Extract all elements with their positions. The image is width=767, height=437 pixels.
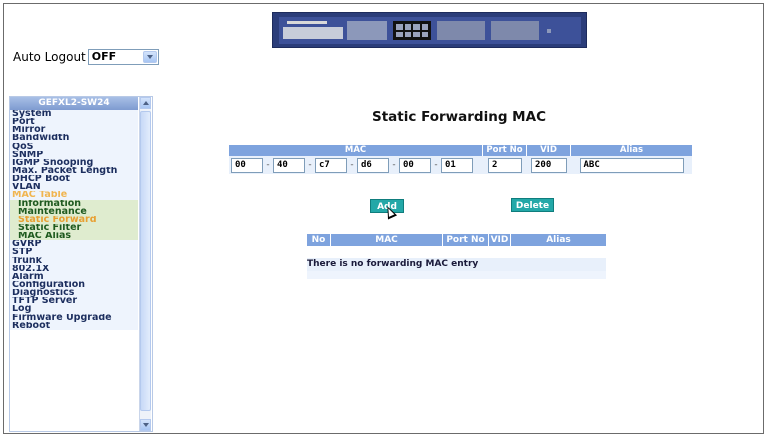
vid-input[interactable]: 200 bbox=[531, 157, 567, 173]
mac-octet-1-input[interactable]: 00 bbox=[231, 157, 263, 173]
sidebar-item-alarm[interactable]: Alarm bbox=[10, 272, 138, 281]
auto-logout-value: OFF bbox=[91, 50, 117, 63]
sidebar-item-snmp[interactable]: SNMP bbox=[10, 150, 138, 159]
list-header-no: No bbox=[307, 234, 331, 246]
scrollbar-thumb[interactable] bbox=[140, 111, 151, 411]
sidebar-item-trunk[interactable]: Trunk bbox=[10, 256, 138, 265]
header-vid: VID bbox=[527, 145, 571, 156]
sidebar-item-log[interactable]: Log bbox=[10, 305, 138, 314]
sidebar-item-max-packet-length[interactable]: Max. Packet Length bbox=[10, 166, 138, 176]
mac-octet-3-input[interactable]: c7 bbox=[315, 157, 347, 173]
port-no-input[interactable]: 2 bbox=[488, 157, 522, 173]
static-forward-form: MAC Port No VID Alias 00 - 40 - c7 - d6 … bbox=[229, 145, 692, 174]
sidebar-title: GEFXL2-SW24 bbox=[10, 97, 138, 110]
device-port-group bbox=[393, 21, 431, 40]
sidebar-item-qos[interactable]: QoS bbox=[10, 142, 138, 151]
sidebar-item-mac-alias[interactable]: MAC Alias bbox=[10, 232, 138, 241]
switch-device-image bbox=[272, 12, 587, 48]
mac-octet-2-input[interactable]: 40 bbox=[273, 157, 305, 173]
list-header-vid: VID bbox=[489, 234, 511, 246]
header-mac: MAC bbox=[229, 145, 483, 156]
list-header-alias: Alias bbox=[511, 234, 606, 246]
sidebar-item-tftp-server[interactable]: TFTP Server bbox=[10, 297, 138, 306]
sidebar-item-mac-table[interactable]: MAC Table bbox=[10, 191, 138, 200]
device-label-strip bbox=[287, 21, 327, 24]
alias-input[interactable]: ABC bbox=[579, 157, 684, 173]
empty-list-message: There is no forwarding MAC entry bbox=[307, 258, 606, 271]
sidebar-item-firmware-upgrade[interactable]: Firmware Upgrade bbox=[10, 313, 138, 322]
sidebar-item-vlan[interactable]: VLAN bbox=[10, 183, 138, 192]
mac-separator: - bbox=[350, 160, 354, 170]
scroll-down-icon[interactable] bbox=[140, 419, 151, 431]
auto-logout: Auto Logout OFF bbox=[13, 49, 159, 65]
sidebar-item-system[interactable]: System bbox=[10, 110, 138, 119]
mac-separator: - bbox=[434, 160, 438, 170]
vid-cell: 200 bbox=[527, 157, 571, 173]
sidebar-item-maintenance[interactable]: Maintenance bbox=[10, 207, 138, 216]
chevron-down-icon[interactable] bbox=[142, 51, 157, 63]
mac-octet-6-input[interactable]: 01 bbox=[441, 157, 473, 173]
device-block bbox=[283, 27, 343, 39]
mac-separator: - bbox=[266, 160, 270, 170]
sidebar-item-mirror[interactable]: Mirror bbox=[10, 126, 138, 135]
delete-button[interactable]: Delete bbox=[511, 198, 554, 212]
sidebar-item-configuration[interactable]: Configuration bbox=[10, 280, 138, 290]
mac-separator: - bbox=[308, 160, 312, 170]
form-header-row: MAC Port No VID Alias bbox=[229, 145, 692, 156]
list-header-port-no: Port No bbox=[443, 234, 489, 246]
form-input-row: 00 - 40 - c7 - d6 - 00 - 01 2 200 ABC bbox=[229, 156, 692, 174]
sidebar-item-igmp-snooping[interactable]: IGMP Snooping bbox=[10, 158, 138, 167]
mac-separator: - bbox=[392, 160, 396, 170]
mac-inputs: 00 - 40 - c7 - d6 - 00 - 01 bbox=[229, 157, 483, 173]
sidebar-menu: GEFXL2-SW24 System Port Mirror Bandwidth… bbox=[9, 96, 153, 432]
sidebar-item-diagnostics[interactable]: Diagnostics bbox=[10, 289, 138, 298]
alias-cell: ABC bbox=[571, 157, 692, 173]
device-port-group bbox=[491, 21, 539, 40]
sidebar-item-stp[interactable]: STP bbox=[10, 248, 138, 257]
page-title: Static Forwarding MAC bbox=[372, 109, 546, 125]
forwarding-mac-list: No MAC Port No VID Alias There is no for… bbox=[307, 234, 606, 279]
sidebar-scrollbar[interactable] bbox=[139, 97, 151, 431]
auto-logout-select[interactable]: OFF bbox=[87, 49, 159, 65]
sidebar-list: System Port Mirror Bandwidth QoS SNMP IG… bbox=[10, 110, 138, 330]
mac-octet-5-input[interactable]: 00 bbox=[399, 157, 431, 173]
device-block bbox=[347, 21, 387, 40]
device-led bbox=[547, 29, 551, 33]
list-header-row: No MAC Port No VID Alias bbox=[307, 234, 606, 246]
sidebar-item-bandwidth[interactable]: Bandwidth bbox=[10, 134, 138, 143]
sidebar-item-reboot[interactable]: Reboot bbox=[10, 321, 138, 330]
auto-logout-label: Auto Logout bbox=[13, 50, 86, 64]
port-no-cell: 2 bbox=[483, 157, 527, 173]
device-front-panel bbox=[279, 17, 581, 44]
mac-octet-4-input[interactable]: d6 bbox=[357, 157, 389, 173]
header-alias: Alias bbox=[571, 145, 692, 156]
sidebar-item-gvrp[interactable]: GVRP bbox=[10, 240, 138, 249]
header-port-no: Port No bbox=[483, 145, 527, 156]
list-header-mac: MAC bbox=[331, 234, 443, 246]
list-spacer-row bbox=[307, 271, 606, 279]
sidebar-item-dhcp-boot[interactable]: DHCP Boot bbox=[10, 175, 138, 184]
sidebar-item-static-filter[interactable]: Static Filter bbox=[10, 223, 138, 233]
sidebar-item-8021x[interactable]: 802.1X bbox=[10, 264, 138, 273]
device-port-group bbox=[437, 21, 485, 40]
scroll-up-icon[interactable] bbox=[140, 97, 151, 109]
sidebar-item-static-forward[interactable]: Static Forward bbox=[10, 215, 138, 224]
sidebar-item-port[interactable]: Port bbox=[10, 118, 138, 127]
sidebar-item-information[interactable]: Information bbox=[10, 199, 138, 208]
